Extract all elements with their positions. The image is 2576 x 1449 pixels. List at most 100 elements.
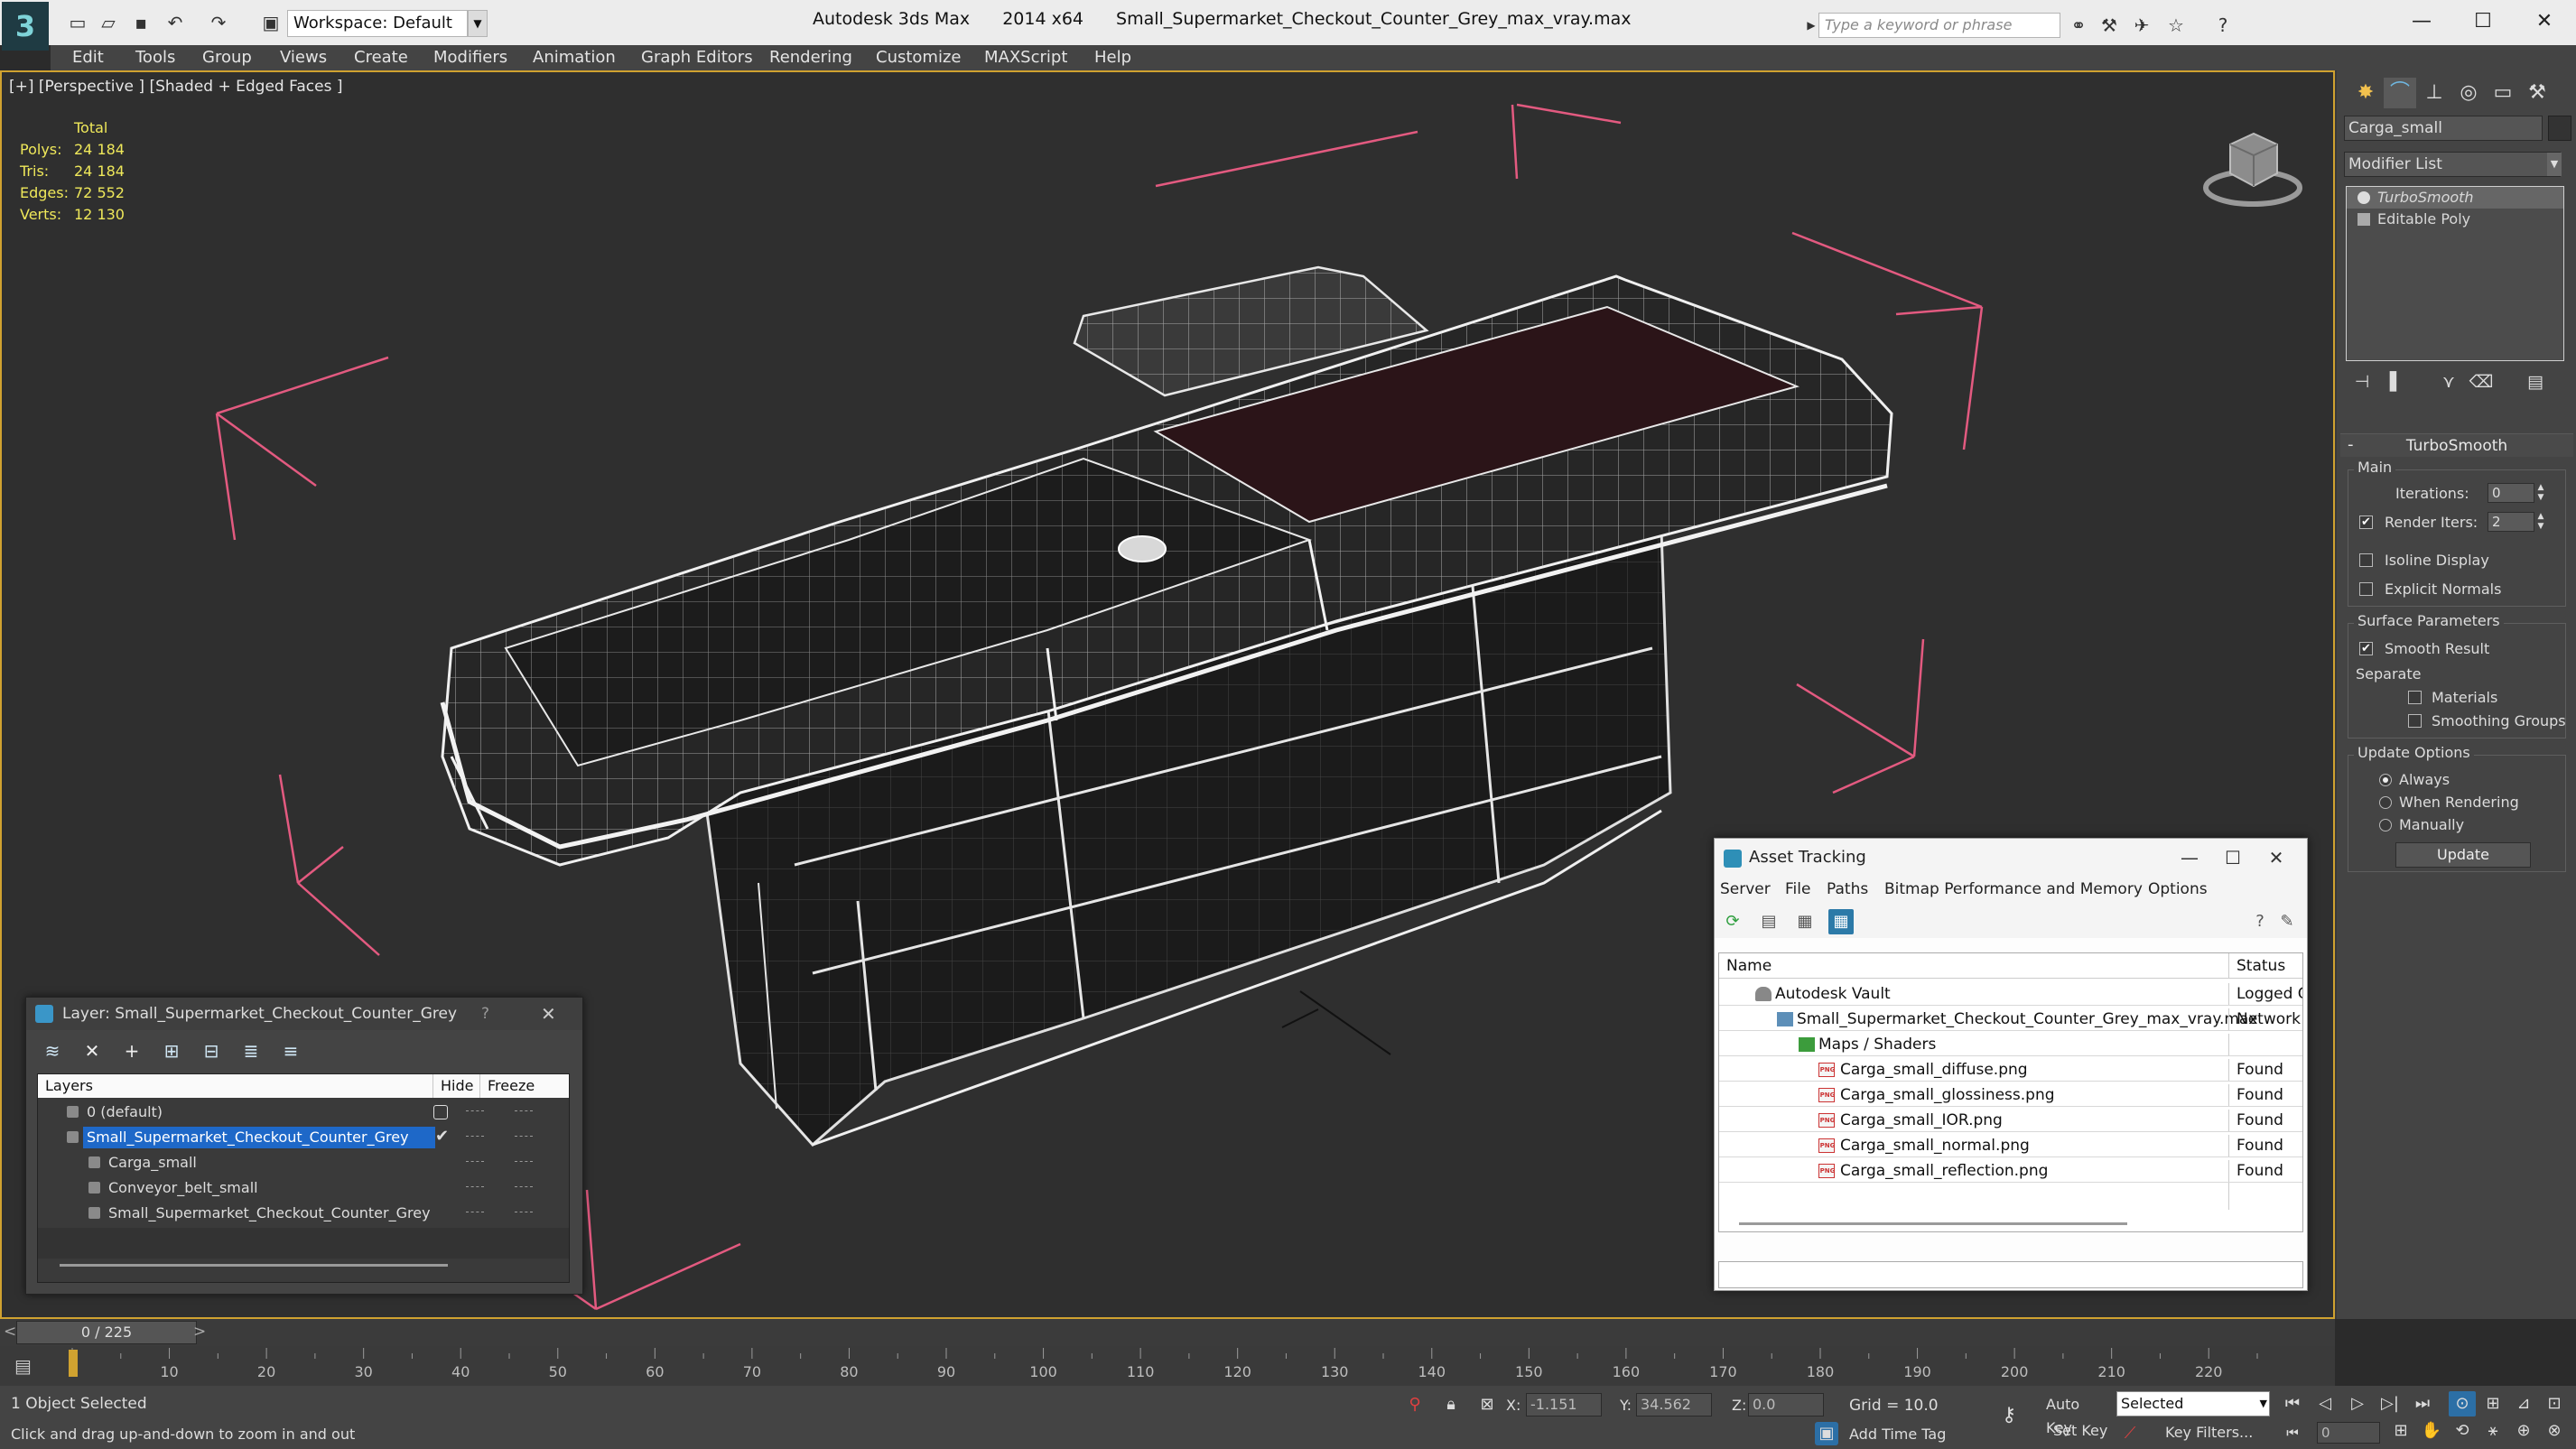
current-layer-check-icon[interactable]: ✔ (435, 1127, 449, 1146)
refresh-icon[interactable]: ⟳ (1720, 909, 1745, 934)
iterations-spinner[interactable]: 0 (2488, 483, 2534, 503)
zoom-region-icon[interactable]: ⊕ (2510, 1418, 2537, 1444)
spinner-arrows-icon[interactable]: ▲ ▼ (2534, 483, 2547, 503)
field-of-view-icon[interactable]: ⊿ (2510, 1391, 2537, 1416)
update-manually-radio[interactable] (2379, 819, 2392, 831)
set-key-button[interactable]: Set Key (2053, 1422, 2107, 1439)
track-bar[interactable]: ▤ 10 20 30 40 50 60 70 80 90 100 110 120 130 140 150 16… (0, 1346, 2335, 1386)
hide-all-layers-icon[interactable]: ≣ (237, 1037, 265, 1064)
key-filters-button[interactable]: Key Filters... (2165, 1424, 2253, 1441)
layer-row[interactable]: Small_Supermarket_Checkout_Counter_Grey (38, 1201, 569, 1226)
modify-tab-icon[interactable]: ⌒ (2384, 78, 2416, 108)
context-help-icon[interactable]: ✎ (2274, 909, 2300, 934)
asset-row[interactable]: Autodesk Vault Logged O (1719, 980, 2302, 1006)
view-cube-icon[interactable] (2194, 108, 2311, 217)
spinner-arrows-icon[interactable]: ▲ ▼ (2534, 512, 2547, 532)
maximize-viewport-icon[interactable]: ⊡ (2541, 1391, 2568, 1416)
highlight-layer-icon[interactable]: ⊟ (198, 1037, 225, 1064)
hide-toggle[interactable] (466, 1110, 484, 1113)
viewport-label[interactable]: [+] [Perspective ] [Shaded + Edged Faces… (9, 78, 342, 96)
communication-center-icon[interactable]: ✈ (2129, 13, 2154, 38)
play-icon[interactable]: ▷ (2344, 1391, 2371, 1416)
minimize-button[interactable]: — (2395, 4, 2449, 40)
dropdown-arrow-icon[interactable]: ▼ (2260, 1392, 2267, 1416)
time-slider-next-icon[interactable]: > (193, 1323, 206, 1341)
asset-menu-options[interactable]: Options (2148, 880, 2208, 898)
create-tab-icon[interactable]: ✸ (2349, 78, 2382, 108)
time-slider-prev-icon[interactable]: < (4, 1323, 16, 1341)
menu-create[interactable]: Create (354, 45, 408, 70)
close-button[interactable]: ✕ (2517, 4, 2571, 40)
walk-through-icon[interactable]: ⚹ (2479, 1418, 2506, 1444)
layer-horizontal-scrollbar[interactable] (60, 1264, 448, 1267)
open-file-icon[interactable]: ▱ (98, 12, 119, 33)
project-folder-icon[interactable]: ▣ (260, 12, 282, 33)
save-file-icon[interactable]: ▪ (130, 12, 152, 33)
list-view-icon[interactable]: ▤ (1756, 909, 1781, 934)
menu-help[interactable]: Help (1094, 45, 1131, 70)
pin-stack-icon[interactable]: ⊣ (2349, 370, 2375, 394)
asset-menu-server[interactable]: Server (1720, 880, 1771, 898)
track-bar-ruler[interactable]: 10 20 30 40 50 60 70 80 90 100 110 120 130 140 150 160 1… (54, 1346, 2275, 1386)
search-input[interactable]: Type a keyword or phrase (1818, 13, 2060, 38)
add-to-layer-icon[interactable]: + (118, 1037, 145, 1064)
hide-toggle[interactable] (466, 1186, 484, 1189)
hide-toggle[interactable] (466, 1212, 484, 1214)
update-button[interactable]: Update (2395, 842, 2531, 868)
time-slider[interactable]: < 0 / 225 > (0, 1319, 2335, 1346)
collapse-icon[interactable]: - (2348, 433, 2354, 457)
layer-help-button[interactable]: ? (481, 1005, 489, 1023)
key-icon[interactable]: ⚷ (1997, 1404, 2021, 1427)
menu-group[interactable]: Group (202, 45, 252, 70)
column-freeze[interactable]: Freeze (480, 1074, 569, 1098)
absolute-mode-icon[interactable]: ⊠ (1475, 1393, 1499, 1416)
redo-icon[interactable]: ↷ (208, 12, 229, 33)
undo-icon[interactable]: ↶ (164, 12, 186, 33)
go-to-end-icon[interactable]: ⏭ (2409, 1391, 2436, 1416)
help-icon[interactable]: ? (2247, 909, 2273, 934)
layer-row[interactable]: Carga_small (38, 1150, 569, 1175)
next-frame-icon[interactable]: ▷| (2376, 1391, 2404, 1416)
asset-minimize-button[interactable]: — (2171, 844, 2208, 871)
add-time-tag-button[interactable]: Add Time Tag (1849, 1426, 1946, 1443)
asset-row[interactable]: Carga_small_diffuse.png Found (1719, 1056, 2302, 1082)
isolate-selection-icon[interactable]: ⚲ (1403, 1393, 1427, 1416)
display-tab-icon[interactable]: ▭ (2487, 78, 2519, 108)
column-hide[interactable]: Hide (433, 1074, 480, 1098)
freeze-toggle[interactable] (515, 1136, 533, 1138)
set-key-mode-icon[interactable]: ⟋ (2118, 1422, 2142, 1445)
auto-key-button[interactable]: Auto Key (2046, 1393, 2109, 1436)
hide-toggle[interactable] (466, 1136, 484, 1138)
select-objects-icon[interactable]: ⊞ (158, 1037, 185, 1064)
zoom-all-icon[interactable]: ⊞ (2479, 1391, 2506, 1416)
menu-views[interactable]: Views (280, 45, 327, 70)
asset-row[interactable]: Small_Supermarket_Checkout_Counter_Grey_… (1719, 1006, 2302, 1031)
materials-checkbox[interactable] (2408, 691, 2422, 704)
selection-lock-icon[interactable]: 🔒︎ (1439, 1393, 1463, 1416)
menu-maxscript[interactable]: MAXScript (984, 45, 1067, 70)
time-configuration-icon[interactable]: ⊞ (2387, 1418, 2414, 1444)
freeze-toggle[interactable] (515, 1110, 533, 1113)
freeze-all-layers-icon[interactable]: ≡ (277, 1037, 304, 1064)
asset-row[interactable]: Carga_small_glossiness.png Found (1719, 1082, 2302, 1107)
pan-icon[interactable]: ✋ (2418, 1418, 2445, 1444)
y-coordinate-field[interactable]: 34.562 (1636, 1393, 1712, 1416)
menu-tools[interactable]: Tools (135, 45, 175, 70)
column-status[interactable]: Status (2228, 953, 2302, 979)
asset-row[interactable]: Carga_small_IOR.png Found (1719, 1107, 2302, 1132)
object-color-swatch[interactable] (2548, 116, 2571, 141)
menu-graph-editors[interactable]: Graph Editors (641, 45, 753, 70)
make-unique-icon[interactable]: ⋎ (2436, 370, 2461, 394)
table-view-icon[interactable]: ▦ (1828, 909, 1854, 934)
column-name[interactable]: Name (1719, 953, 2228, 979)
asset-menu-file[interactable]: File (1785, 880, 1810, 898)
utilities-tab-icon[interactable]: ⚒ (2521, 78, 2553, 108)
view-cube[interactable] (2194, 108, 2311, 217)
show-end-result-icon[interactable]: ▌ (2384, 370, 2409, 394)
freeze-toggle[interactable] (515, 1161, 533, 1164)
new-file-icon[interactable]: ▭ (67, 12, 88, 33)
z-coordinate-field[interactable]: 0.0 (1748, 1393, 1824, 1416)
explicit-normals-checkbox[interactable] (2359, 582, 2373, 596)
asset-maximize-button[interactable]: ☐ (2215, 844, 2251, 871)
hide-toggle[interactable] (466, 1161, 484, 1164)
